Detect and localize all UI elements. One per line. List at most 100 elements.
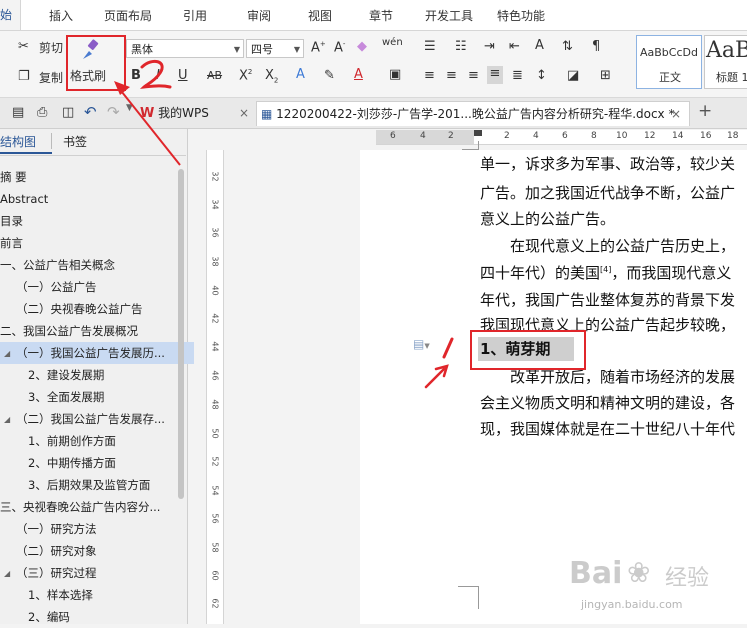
style-normal[interactable]: AaBbCcDd 正文 xyxy=(636,35,702,89)
shading-icon[interactable]: ◪ xyxy=(567,68,579,83)
close-icon[interactable]: × xyxy=(671,102,681,127)
copy-icon[interactable]: ❐ xyxy=(18,69,30,84)
annotation-number-1 xyxy=(442,337,454,359)
justify-icon[interactable]: ≡ xyxy=(487,66,503,84)
menu-chapter[interactable]: 章节 xyxy=(369,7,393,24)
nav-item[interactable]: （二）我国公益广告发展存... xyxy=(0,408,194,430)
ruler-tick: 14 xyxy=(672,131,684,141)
borders-icon[interactable]: ⊞ xyxy=(600,68,611,83)
menu-reference[interactable]: 引用 xyxy=(183,7,207,24)
copy-button[interactable]: 复制 xyxy=(39,69,63,86)
distributed-icon[interactable]: ≣ xyxy=(512,68,523,83)
save-icon[interactable]: ▤ xyxy=(12,105,24,120)
collapse-triangle-icon[interactable]: ◢ xyxy=(4,569,10,578)
ruler-tick: 54 xyxy=(210,485,220,496)
doc-text: ，而我国现代意义 xyxy=(611,264,732,282)
nav-item[interactable]: （二）研究对象 xyxy=(0,540,194,562)
style-heading1[interactable]: AaB 标题 1 xyxy=(704,35,747,89)
ruler-tick: 50 xyxy=(210,428,220,439)
bullets-icon[interactable]: ☰ xyxy=(424,39,436,54)
style-normal-label: 正文 xyxy=(659,71,681,84)
doc-paragraph-line[interactable]: 意义上的公益广告。 xyxy=(480,208,615,229)
watermark-brand: Bai xyxy=(569,556,623,591)
pinyin-icon[interactable]: wén xyxy=(382,37,403,48)
doc-paragraph-line[interactable]: 单一，诉求多为军事、政治等，较少关 xyxy=(480,153,735,174)
style-heading-sample: AaB xyxy=(706,38,747,63)
ruler-tick: 18 xyxy=(727,131,739,141)
menu-insert[interactable]: 插入 xyxy=(49,7,73,24)
shrink-font-icon[interactable]: A- xyxy=(334,40,345,55)
menu-page-layout[interactable]: 页面布局 xyxy=(104,7,152,24)
nav-item[interactable]: 三、央视春晚公益广告内容分... xyxy=(0,496,178,518)
doc-paragraph-line[interactable]: 会主义物质文明和精神文明的建设，各 xyxy=(480,392,735,413)
ruler-tick: 48 xyxy=(210,399,220,410)
clear-format-icon[interactable]: ◆ xyxy=(357,39,367,54)
ruler-tick: 52 xyxy=(210,456,220,467)
nav-item[interactable]: （三）研究过程 xyxy=(0,562,194,584)
outdent-icon[interactable]: ⇤ xyxy=(509,39,520,54)
annotation-number-2 xyxy=(139,59,172,89)
nav-item[interactable]: （一）研究方法 xyxy=(0,518,194,540)
grow-font-icon[interactable]: A+ xyxy=(311,40,326,55)
ruler-tick: 16 xyxy=(700,131,712,141)
tab-bookmark[interactable]: 书签 xyxy=(63,133,87,150)
menu-review[interactable]: 审阅 xyxy=(247,7,271,24)
ruler-tick: 10 xyxy=(616,131,628,141)
preview-icon[interactable]: ◫ xyxy=(62,105,74,120)
indent-icon[interactable]: ⇥ xyxy=(484,39,495,54)
ruler-tick: 4 xyxy=(533,131,539,141)
new-tab-button[interactable]: + xyxy=(698,101,712,121)
footnote-ref[interactable]: [4] xyxy=(600,265,611,274)
doc-paragraph-line[interactable]: 广告。加之我国近代战争不断，公益广 xyxy=(480,182,735,203)
doc-text: 四十年代）的美国 xyxy=(480,264,601,282)
nav-item[interactable]: 3、后期效果及监管方面 xyxy=(0,474,206,496)
menu-bar: 始 插入 页面布局 引用 审阅 视图 章节 开发工具 特色功能 xyxy=(0,0,747,31)
ruler-tick: 62 xyxy=(210,598,220,609)
ruler-tick: 6 xyxy=(562,131,568,141)
show-marks-icon[interactable]: ¶ xyxy=(592,39,600,54)
chinese-layout-icon[interactable]: A xyxy=(535,38,544,53)
ruler-tick: 8 xyxy=(591,131,597,141)
doc-paragraph-line[interactable]: 四十年代）的美国[4]，而我国现代意义 xyxy=(480,262,731,283)
nav-item[interactable]: 1、前期创作方面 xyxy=(0,430,206,452)
print-icon[interactable]: ⎙ xyxy=(37,105,47,120)
ruler-tick: 12 xyxy=(644,131,656,141)
collapse-triangle-icon[interactable]: ◢ xyxy=(4,415,10,424)
doc-paragraph-line[interactable]: 年代，我国广告业整体复苏的背景下发 xyxy=(480,289,735,310)
ruler-tick: 2 xyxy=(504,131,510,141)
menu-view[interactable]: 视图 xyxy=(308,7,332,24)
doc-paragraph-line[interactable]: 现，我国媒体就是在二十世纪八十年代 xyxy=(480,418,735,439)
scissors-icon[interactable]: ✂ xyxy=(18,39,29,54)
line-spacing-icon[interactable]: ↕ xyxy=(536,68,547,83)
arrow-head-icon xyxy=(114,81,130,95)
annotation-arrows xyxy=(114,59,454,389)
active-tab-underline xyxy=(0,152,52,154)
tab-divider xyxy=(51,133,52,149)
menu-developer[interactable]: 开发工具 xyxy=(425,7,473,24)
ruler-tick: 56 xyxy=(210,513,220,524)
annotation-arrow-line xyxy=(117,86,181,166)
paw-icon: ❀ xyxy=(627,556,651,589)
menu-special[interactable]: 特色功能 xyxy=(497,7,545,24)
undo-icon[interactable]: ↶ xyxy=(84,103,97,121)
nav-item[interactable]: 1、样本选择 xyxy=(0,584,206,606)
page-corner-mark xyxy=(458,586,479,609)
cut-button[interactable]: 剪切 xyxy=(39,39,63,56)
annotation-arrow-line xyxy=(424,367,446,389)
watermark-url: jingyan.baidu.com xyxy=(581,598,683,611)
watermark-brand2: 经验 xyxy=(665,566,710,591)
menu-start[interactable]: 始 xyxy=(0,0,22,30)
annotation-box-heading xyxy=(470,330,586,370)
nav-item[interactable]: 2、中期传播方面 xyxy=(0,452,206,474)
ruler-tick: 58 xyxy=(210,542,220,553)
tab-outline[interactable]: 结构图 xyxy=(0,133,36,150)
sort-icon[interactable]: ⇅ xyxy=(562,39,573,54)
collapse-triangle-icon[interactable]: ◢ xyxy=(4,349,10,358)
doc-paragraph-line[interactable]: 在现代意义上的公益广告历史上， xyxy=(480,235,735,256)
nav-item[interactable]: 2、编码 xyxy=(0,606,206,628)
style-heading-label: 标题 1 xyxy=(716,71,747,84)
ruler-tick: 60 xyxy=(210,570,220,581)
baidu-jingyan-watermark: Bai ❀ 经验 jingyan.baidu.com xyxy=(565,548,747,624)
style-normal-sample: AaBbCcDd xyxy=(640,46,698,59)
numbering-icon[interactable]: ☷ xyxy=(455,39,467,54)
